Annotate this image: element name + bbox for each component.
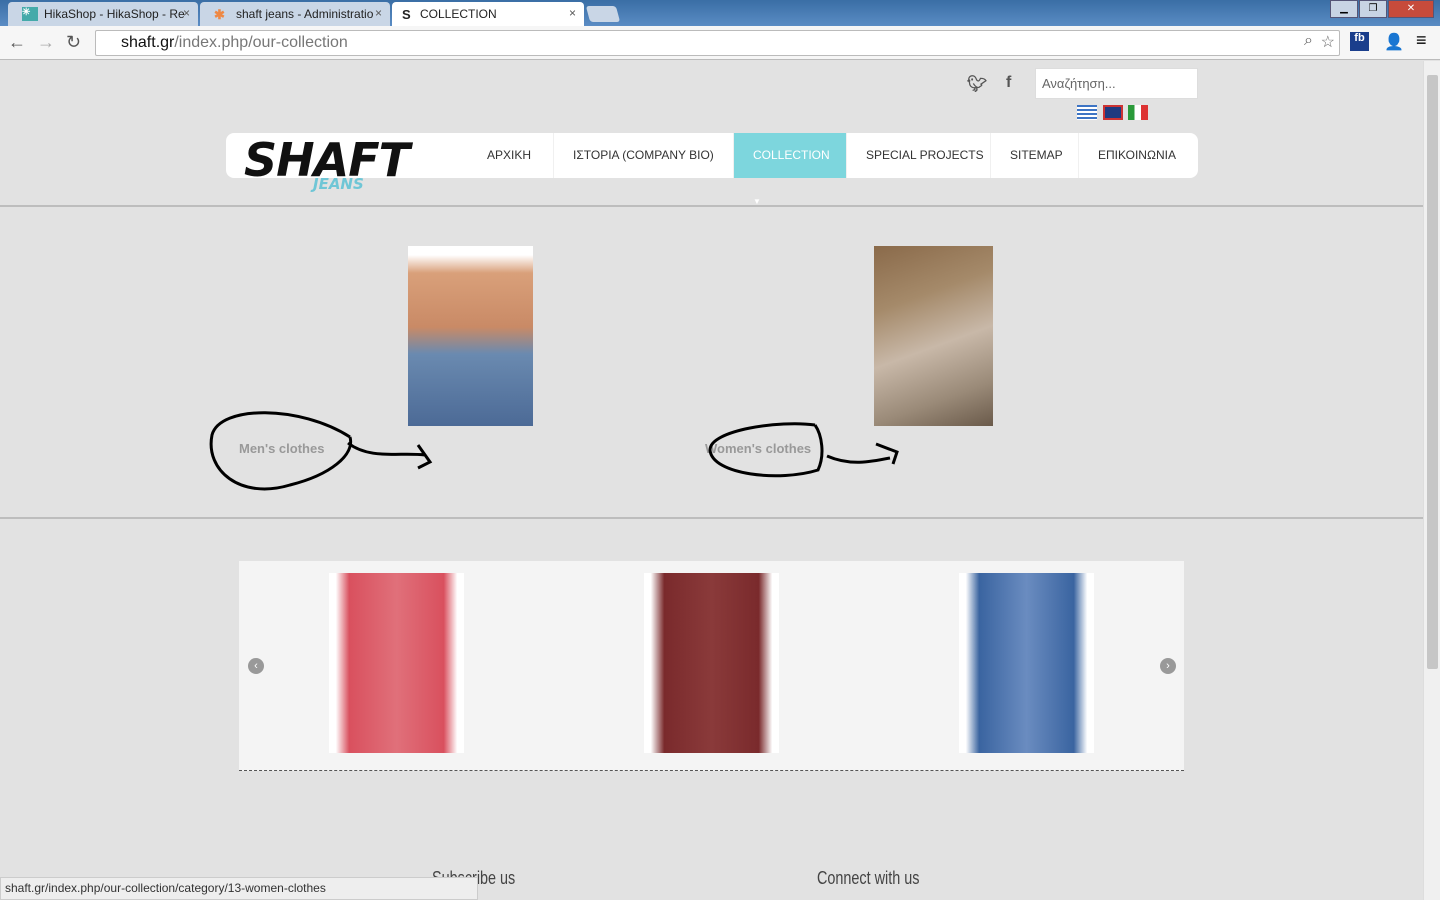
italian-flag-icon[interactable] bbox=[1128, 105, 1148, 120]
close-tab-icon[interactable]: × bbox=[375, 6, 382, 20]
logo-sub: JEANS bbox=[313, 175, 364, 193]
menu-icon[interactable]: ≡ bbox=[1416, 30, 1427, 51]
scrollbar[interactable] bbox=[1423, 61, 1440, 900]
mens-category-image[interactable] bbox=[408, 246, 533, 426]
minimize-button[interactable]: ▁ bbox=[1330, 0, 1358, 18]
zoom-icon: ⌕ bbox=[1304, 32, 1313, 49]
facebook-icon[interactable]: f bbox=[1006, 74, 1011, 92]
divider bbox=[0, 205, 1423, 207]
search-input[interactable]: Αναζήτηση... bbox=[1035, 68, 1198, 99]
new-tab-button[interactable] bbox=[585, 6, 621, 22]
browser-toolbar: ← → ↻ shaft.gr/index.php/our-collection ☆… bbox=[0, 26, 1440, 60]
twitter-icon[interactable]: 🐦︎ bbox=[967, 74, 987, 94]
tab-label: HikaShop - HikaShop - Re bbox=[44, 7, 185, 21]
reload-icon[interactable]: ↻ bbox=[66, 32, 81, 53]
status-bar: shaft.gr/index.php/our-collection/catego… bbox=[0, 877, 478, 900]
close-tab-icon[interactable]: × bbox=[569, 6, 576, 20]
fb-extension-icon[interactable]: fb bbox=[1350, 32, 1369, 51]
menu-item-collection[interactable]: COLLECTION ▼ bbox=[733, 133, 846, 206]
address-bar[interactable]: shaft.gr/index.php/our-collection ☆ ⌕ bbox=[95, 30, 1340, 56]
product-carousel: ‹ › bbox=[239, 561, 1184, 771]
tab-admin[interactable]: ✱ shaft jeans - Administratio × bbox=[200, 2, 390, 26]
back-icon[interactable]: ← bbox=[8, 32, 26, 53]
joomla-icon: ✱ bbox=[214, 7, 225, 22]
menu-item-home[interactable]: ΑΡΧΙΚΗ bbox=[468, 133, 550, 178]
connect-heading: Connect with us bbox=[817, 868, 920, 888]
menu-label: COLLECTION bbox=[753, 148, 830, 162]
tab-collection[interactable]: S COLLECTION × bbox=[392, 2, 584, 26]
carousel-next-button[interactable]: › bbox=[1160, 658, 1176, 674]
close-tab-icon[interactable]: × bbox=[183, 6, 190, 20]
mens-clothes-link[interactable]: Men's clothes bbox=[239, 441, 324, 456]
close-window-button[interactable]: ✕ bbox=[1388, 0, 1434, 18]
uk-flag-icon[interactable] bbox=[1103, 105, 1123, 120]
product-image[interactable] bbox=[959, 573, 1094, 753]
menu-item-contact[interactable]: ΕΠΙΚΟΙΝΩΝΙΑ bbox=[1078, 133, 1195, 178]
hikashop-icon: ✳ bbox=[22, 7, 38, 21]
forward-icon[interactable]: → bbox=[37, 32, 55, 53]
user-extension-icon[interactable]: 👤 bbox=[1384, 32, 1404, 52]
browser-titlebar: ✳ HikaShop - HikaShop - Re × ✱ shaft jeans … bbox=[0, 0, 1440, 26]
url-domain: shaft.gr bbox=[121, 34, 175, 51]
scrollbar-thumb[interactable] bbox=[1427, 75, 1438, 669]
url-path: /index.php/our-collection bbox=[174, 34, 348, 51]
maximize-button[interactable]: ❐ bbox=[1359, 0, 1387, 18]
carousel-prev-button[interactable]: ‹ bbox=[248, 658, 264, 674]
menu-item-bio[interactable]: ΙΣΤΟΡΙΑ (COMPANY BIO) bbox=[553, 133, 733, 178]
divider bbox=[0, 517, 1423, 519]
womens-clothes-link[interactable]: Women's clothes bbox=[705, 441, 811, 456]
shaft-icon: S bbox=[402, 7, 411, 22]
greek-flag-icon[interactable] bbox=[1077, 105, 1097, 120]
tab-hikashop[interactable]: ✳ HikaShop - HikaShop - Re × bbox=[8, 2, 198, 26]
product-image[interactable] bbox=[644, 573, 779, 753]
womens-category-image[interactable] bbox=[874, 246, 993, 426]
menu-item-special-projects[interactable]: SPECIAL PROJECTS bbox=[846, 133, 1003, 178]
product-image[interactable] bbox=[329, 573, 464, 753]
tab-label: shaft jeans - Administratio bbox=[236, 7, 374, 21]
tab-label: COLLECTION bbox=[420, 7, 497, 21]
star-icon[interactable]: ☆ bbox=[1321, 32, 1335, 52]
menu-item-sitemap[interactable]: SITEMAP bbox=[990, 133, 1082, 178]
